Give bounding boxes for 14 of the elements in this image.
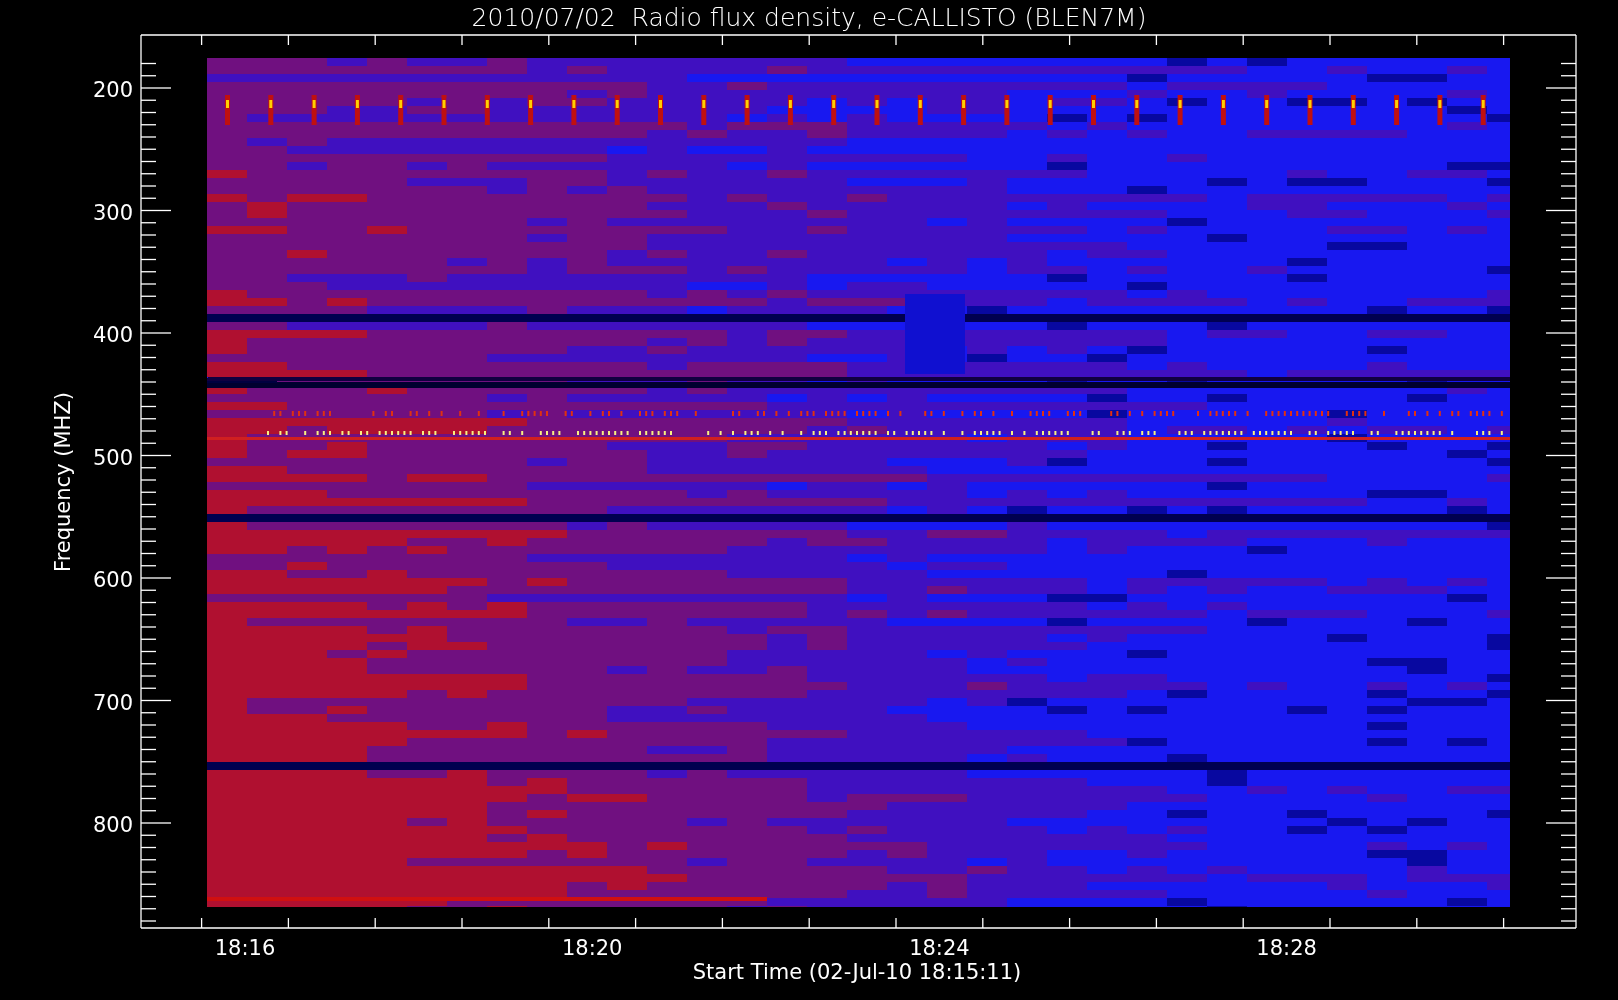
y-tick-label: 800 (92, 813, 133, 837)
y-tick-label: 400 (92, 323, 133, 347)
y-tick-label: 500 (92, 445, 133, 470)
y-tick-label: 200 (92, 78, 133, 102)
x-axis-label: Start Time (02-Jul-10 18:15:11) (692, 960, 1022, 984)
x-tick-label: 18:20 (561, 936, 623, 960)
y-tick-label: 700 (92, 690, 133, 715)
y-tick-label: 600 (92, 568, 133, 592)
x-tick-label: 18:28 (1256, 936, 1317, 960)
y-axis-label: Frequency (MHZ) (51, 392, 75, 572)
x-tick-label: 18:24 (909, 936, 970, 960)
x-tick-label: 18:16 (214, 936, 276, 960)
y-tick-label: 300 (92, 200, 133, 225)
chart-title: 2010/07/02 Radio flux density, e-CALLISTO (BLEN7M) (471, 3, 1147, 32)
